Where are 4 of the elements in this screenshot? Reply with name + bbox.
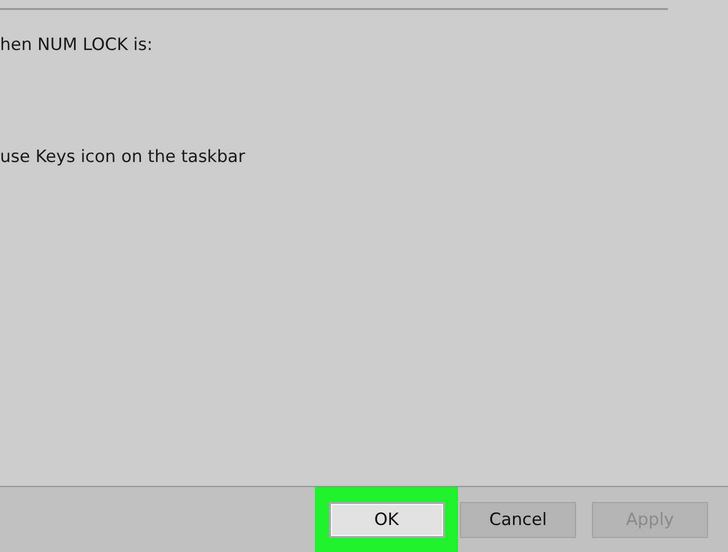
option-text: hen NUM LOCK is:: [0, 35, 153, 55]
option-text: use Keys icon on the taskbar: [0, 147, 246, 167]
dialog-button[interactable]: Cancel: [460, 502, 576, 538]
ok-button[interactable]: OK: [328, 502, 444, 538]
